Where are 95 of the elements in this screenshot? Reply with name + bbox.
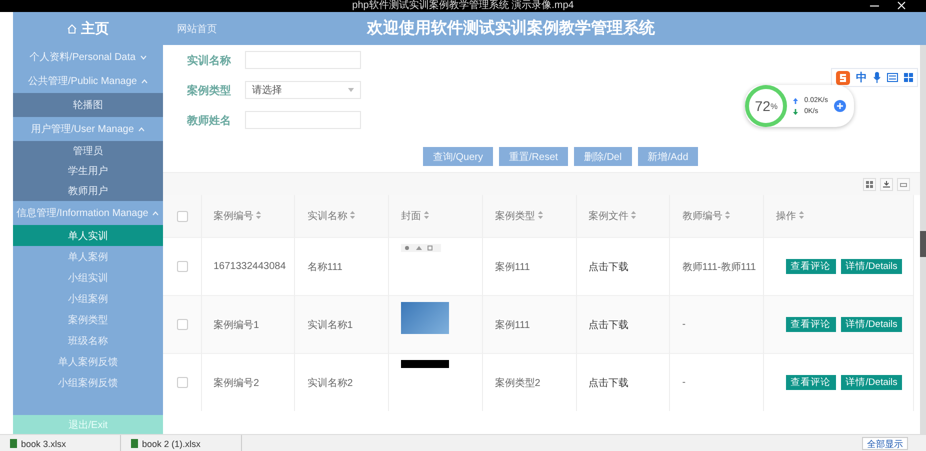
caret-icon — [348, 88, 354, 92]
chevron-icon — [138, 126, 145, 132]
scrollbar-thumb[interactable] — [920, 231, 926, 257]
table-cell: 实训名称1 — [307, 320, 353, 330]
ime-mode[interactable]: 中 — [856, 70, 867, 85]
column-header[interactable]: 案例编号 — [214, 211, 254, 222]
field-label: 教师姓名 — [187, 114, 232, 128]
sort-icon[interactable] — [256, 211, 262, 219]
sidebar-item[interactable]: 小组案例 — [13, 288, 163, 309]
photo-placeholder — [401, 302, 449, 334]
download-item[interactable]: book 3.xlsx — [21, 438, 66, 448]
action-button[interactable]: 查看评论 — [786, 375, 836, 390]
sidebar-item[interactable]: 小组实训 — [13, 267, 163, 288]
broken-image-icon — [401, 244, 441, 252]
sidebar-item[interactable]: 单人案例 — [13, 246, 163, 267]
download-link[interactable]: 点击下载 — [588, 378, 628, 388]
sidebar-item[interactable]: 单人案例反馈 — [13, 351, 163, 372]
table-cell: 案例111 — [494, 320, 530, 330]
table-cell: 案例编号2 — [214, 378, 260, 388]
column-header[interactable]: 封面 — [401, 211, 421, 222]
action-button[interactable]: 详情/Details — [840, 317, 902, 332]
plus-icon[interactable] — [834, 100, 846, 112]
home-icon — [67, 24, 77, 34]
grid-icon[interactable] — [863, 178, 876, 190]
sidebar-item[interactable]: 案例类型 — [13, 309, 163, 330]
field-label: 实训名称 — [187, 54, 232, 68]
input-field[interactable] — [245, 111, 361, 129]
page-title: 欢迎使用软件测试实训案例教学管理系统 — [367, 18, 655, 39]
download-item[interactable]: book 2 (1).xlsx — [142, 438, 201, 448]
dark-image-placeholder — [401, 360, 449, 368]
sort-icon[interactable] — [725, 211, 730, 219]
action-button[interactable]: 详情/Details — [840, 375, 902, 390]
column-header[interactable]: 操作 — [776, 211, 796, 222]
toolbar-button[interactable]: 重置/Reset — [499, 147, 568, 166]
toolbar-button[interactable]: 新增/Add — [638, 147, 698, 166]
up-arrow-icon — [793, 98, 798, 104]
input-field[interactable] — [245, 51, 361, 69]
action-button[interactable]: 详情/Details — [840, 259, 902, 274]
table-cell: 案例111 — [494, 262, 530, 272]
sidebar-item[interactable]: 单人实训 — [13, 225, 163, 246]
sort-icon[interactable] — [538, 211, 543, 219]
column-header[interactable]: 案例文件 — [588, 211, 628, 222]
microphone-icon[interactable] — [873, 72, 881, 83]
row-checkbox[interactable] — [177, 319, 188, 330]
down-arrow-icon — [793, 108, 798, 114]
table-cell: 教师111-教师111 — [682, 262, 756, 272]
sort-icon[interactable] — [350, 211, 356, 219]
column-header[interactable]: 教师编号 — [682, 211, 722, 222]
toolbar-button[interactable]: 删除/Del — [574, 147, 632, 166]
chevron-icon — [140, 54, 147, 60]
select-all-checkbox[interactable] — [177, 210, 188, 222]
sort-icon[interactable] — [424, 211, 429, 219]
column-header[interactable]: 案例类型 — [494, 211, 535, 222]
action-button[interactable]: 查看评论 — [786, 259, 836, 274]
breadcrumb-link[interactable]: 网站首页 — [177, 22, 217, 36]
sidebar-group[interactable]: 用户管理/User Manage — [13, 117, 163, 141]
chevron-icon — [152, 210, 160, 216]
sort-icon[interactable] — [631, 211, 636, 219]
sidebar-item[interactable]: 小组案例反馈 — [13, 372, 163, 393]
table-cell: 1671332443084 — [214, 261, 286, 272]
sidebar-item[interactable]: 班级名称 — [13, 330, 163, 351]
table-cell: 案例类型2 — [494, 378, 540, 388]
show-all-button[interactable]: 全部显示 — [862, 437, 908, 450]
toolbar-button[interactable]: 查询/Query — [423, 147, 494, 166]
table-cell: - — [682, 377, 686, 388]
field-label: 案例类型 — [187, 83, 232, 98]
sidebar-item[interactable]: 轮播图 — [13, 93, 163, 117]
download-link[interactable]: 点击下载 — [588, 262, 628, 272]
keyboard-icon[interactable] — [887, 73, 898, 82]
table-cell: 名称111 — [307, 262, 342, 272]
table-cell: - — [682, 319, 686, 330]
download-link[interactable]: 点击下载 — [588, 320, 628, 330]
sidebar-item[interactable]: 学生用户 — [13, 161, 163, 181]
file-icon — [131, 439, 138, 448]
chevron-icon — [140, 78, 148, 84]
sidebar-item[interactable]: 管理员 — [13, 141, 163, 161]
scrollbar[interactable] — [920, 45, 926, 434]
row-checkbox[interactable] — [177, 377, 188, 388]
close-icon[interactable] — [897, 1, 906, 10]
sidebar-item[interactable]: 教师用户 — [13, 181, 163, 201]
grid-icon[interactable] — [904, 73, 913, 82]
select-field[interactable]: 请选择 — [245, 81, 361, 99]
column-header[interactable]: 实训名称 — [307, 211, 348, 222]
table-cell: 实训名称2 — [307, 378, 353, 388]
action-button[interactable]: 查看评论 — [786, 317, 836, 332]
file-icon — [10, 439, 17, 448]
table-cell: 案例编号1 — [214, 320, 260, 330]
row-checkbox[interactable] — [177, 261, 188, 272]
sidebar-group[interactable]: 公共管理/Public Manage — [13, 69, 163, 93]
sort-icon[interactable] — [798, 211, 804, 219]
export-icon[interactable] — [880, 178, 893, 190]
home-title[interactable]: 主页 — [81, 20, 109, 38]
memory-ring: 72% — [745, 85, 788, 127]
sidebar-group[interactable]: 个人资料/Personal Data — [13, 45, 163, 69]
sidebar-group[interactable]: 信息管理/Information Manage — [13, 201, 163, 225]
